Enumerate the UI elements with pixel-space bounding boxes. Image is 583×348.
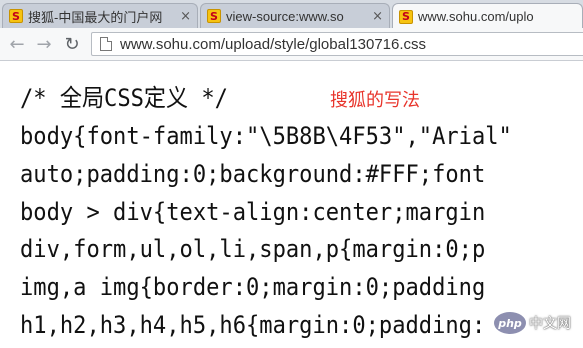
- close-icon[interactable]: ×: [180, 9, 191, 24]
- tab-title: view-source:www.so: [226, 8, 344, 24]
- page-icon: [100, 37, 112, 51]
- tab-sohu-home[interactable]: S 搜狐-中国最大的门户网 ×: [2, 3, 198, 28]
- code-line-comment: /* 全局CSS定义 */: [20, 84, 228, 112]
- address-bar[interactable]: www.sohu.com/upload/style/global130716.c…: [91, 32, 583, 56]
- tab-strip: S 搜狐-中国最大的门户网 × S view-source:www.so × S…: [0, 0, 583, 29]
- tab-view-source[interactable]: S view-source:www.so ×: [200, 3, 390, 28]
- code-line: img,a img{border:0;margin:0;padding: [20, 273, 486, 301]
- watermark-text: 中文网: [529, 316, 571, 332]
- tab-title: www.sohu.com/uplo: [418, 9, 534, 24]
- code-line: h1,h2,h3,h4,h5,h6{margin:0;padding:: [20, 311, 486, 339]
- code-line: body > div{text-align:center;margin: [20, 198, 486, 226]
- reload-button[interactable]: ↻: [61, 33, 83, 55]
- page-content: /* 全局CSS定义 */ 搜狐的写法 body{font-family:"\5…: [0, 61, 583, 348]
- forward-arrow-icon: →: [36, 33, 52, 55]
- tab-title: 搜狐-中国最大的门户网: [28, 9, 163, 25]
- php-watermark: php 中文网: [494, 312, 571, 334]
- php-logo-icon: php: [494, 312, 526, 334]
- reload-icon: ↻: [64, 33, 80, 55]
- code-line: auto;padding:0;background:#FFF;font: [20, 160, 486, 188]
- sohu-favicon-icon: S: [399, 9, 413, 24]
- tab-global-css[interactable]: S www.sohu.com/uplo: [392, 3, 583, 28]
- code-line: div,form,ul,ol,li,span,p{margin:0;p: [20, 235, 486, 263]
- annotation-text: 搜狐的写法: [330, 90, 420, 111]
- sohu-favicon-icon: S: [9, 9, 23, 23]
- back-button[interactable]: ←: [6, 33, 28, 55]
- url-text[interactable]: www.sohu.com/upload/style/global130716.c…: [120, 36, 426, 53]
- close-icon[interactable]: ×: [372, 9, 383, 24]
- forward-button[interactable]: →: [33, 33, 55, 55]
- back-arrow-icon: ←: [9, 33, 25, 55]
- sohu-favicon-icon: S: [207, 9, 221, 23]
- browser-toolbar: ← → ↻ www.sohu.com/upload/style/global13…: [0, 28, 583, 61]
- code-line: body{font-family:"\5B8B\4F53","Arial": [20, 122, 512, 150]
